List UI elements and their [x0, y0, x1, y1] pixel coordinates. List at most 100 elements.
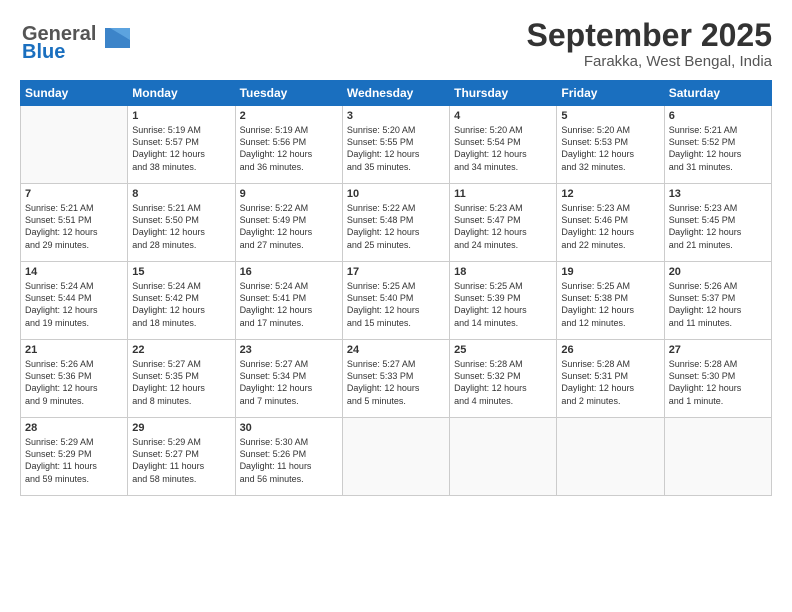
weekday-wednesday: Wednesday [342, 81, 449, 106]
day-number: 30 [240, 422, 338, 434]
day-info: Sunrise: 5:28 AM Sunset: 5:31 PM Dayligh… [561, 358, 659, 407]
calendar-cell [664, 418, 771, 496]
calendar-body: 1 Sunrise: 5:19 AM Sunset: 5:57 PM Daylig… [21, 106, 772, 496]
day-number: 20 [669, 266, 767, 278]
day-info: Sunrise: 5:22 AM Sunset: 5:48 PM Dayligh… [347, 202, 445, 251]
calendar-cell: 14 Sunrise: 5:24 AM Sunset: 5:44 PM Dayli… [21, 262, 128, 340]
day-number: 5 [561, 110, 659, 122]
week-row-1: 1 Sunrise: 5:19 AM Sunset: 5:57 PM Daylig… [21, 106, 772, 184]
month-title: September 2025 [527, 18, 772, 53]
calendar-cell [450, 418, 557, 496]
day-info: Sunrise: 5:25 AM Sunset: 5:40 PM Dayligh… [347, 280, 445, 329]
day-info: Sunrise: 5:21 AM Sunset: 5:51 PM Dayligh… [25, 202, 123, 251]
day-number: 14 [25, 266, 123, 278]
day-number: 24 [347, 344, 445, 356]
day-info: Sunrise: 5:25 AM Sunset: 5:38 PM Dayligh… [561, 280, 659, 329]
weekday-sunday: Sunday [21, 81, 128, 106]
day-number: 27 [669, 344, 767, 356]
calendar-cell: 1 Sunrise: 5:19 AM Sunset: 5:57 PM Daylig… [128, 106, 235, 184]
calendar-cell: 4Sunrise: 5:20 AM Sunset: 5:54 PM Daylig… [450, 106, 557, 184]
logo: General Blue [20, 18, 130, 62]
day-info: Sunrise: 5:22 AM Sunset: 5:49 PM Dayligh… [240, 202, 338, 251]
day-info: Sunrise: 5:25 AM Sunset: 5:39 PM Dayligh… [454, 280, 552, 329]
day-info: Sunrise: 5:28 AM Sunset: 5:30 PM Dayligh… [669, 358, 767, 407]
location-subtitle: Farakka, West Bengal, India [527, 53, 772, 70]
calendar-header: SundayMondayTuesdayWednesdayThursdayFrid… [21, 81, 772, 106]
day-info: Sunrise: 5:23 AM Sunset: 5:47 PM Dayligh… [454, 202, 552, 251]
day-number: 6 [669, 110, 767, 122]
day-info: Sunrise: 5:27 AM Sunset: 5:35 PM Dayligh… [132, 358, 230, 407]
week-row-5: 28 Sunrise: 5:29 AM Sunset: 5:29 PM Dayli… [21, 418, 772, 496]
calendar-cell: 8Sunrise: 5:21 AM Sunset: 5:50 PM Daylig… [128, 184, 235, 262]
title-block: September 2025 Farakka, West Bengal, Ind… [527, 18, 772, 70]
calendar-cell: 24 Sunrise: 5:27 AM Sunset: 5:33 PM Dayli… [342, 340, 449, 418]
day-info: Sunrise: 5:24 AM Sunset: 5:42 PM Dayligh… [132, 280, 230, 329]
day-info: Sunrise: 5:28 AM Sunset: 5:32 PM Dayligh… [454, 358, 552, 407]
calendar-cell: 27 Sunrise: 5:28 AM Sunset: 5:30 PM Dayli… [664, 340, 771, 418]
calendar-cell: 19Sunrise: 5:25 AM Sunset: 5:38 PM Dayli… [557, 262, 664, 340]
day-number: 3 [347, 110, 445, 122]
day-info: Sunrise: 5:20 AM Sunset: 5:55 PM Dayligh… [347, 124, 445, 173]
day-number: 17 [347, 266, 445, 278]
day-info: Sunrise: 5:24 AM Sunset: 5:44 PM Dayligh… [25, 280, 123, 329]
day-number: 9 [240, 188, 338, 200]
weekday-friday: Friday [557, 81, 664, 106]
calendar-cell: 30 Sunrise: 5:30 AM Sunset: 5:26 PM Dayli… [235, 418, 342, 496]
day-number: 26 [561, 344, 659, 356]
calendar-cell [342, 418, 449, 496]
calendar-cell: 18Sunrise: 5:25 AM Sunset: 5:39 PM Dayli… [450, 262, 557, 340]
day-number: 22 [132, 344, 230, 356]
day-info: Sunrise: 5:26 AM Sunset: 5:37 PM Dayligh… [669, 280, 767, 329]
day-info: Sunrise: 5:23 AM Sunset: 5:45 PM Dayligh… [669, 202, 767, 251]
day-info: Sunrise: 5:27 AM Sunset: 5:33 PM Dayligh… [347, 358, 445, 407]
calendar-cell: 10 Sunrise: 5:22 AM Sunset: 5:48 PM Dayli… [342, 184, 449, 262]
day-info: Sunrise: 5:29 AM Sunset: 5:27 PM Dayligh… [132, 436, 230, 485]
day-info: Sunrise: 5:19 AM Sunset: 5:56 PM Dayligh… [240, 124, 338, 173]
calendar-cell: 21Sunrise: 5:26 AM Sunset: 5:36 PM Dayli… [21, 340, 128, 418]
weekday-saturday: Saturday [664, 81, 771, 106]
calendar-cell: 28 Sunrise: 5:29 AM Sunset: 5:29 PM Dayli… [21, 418, 128, 496]
calendar-cell: 6 Sunrise: 5:21 AM Sunset: 5:52 PM Daylig… [664, 106, 771, 184]
calendar-cell: 5 Sunrise: 5:20 AM Sunset: 5:53 PM Daylig… [557, 106, 664, 184]
weekday-tuesday: Tuesday [235, 81, 342, 106]
weekday-monday: Monday [128, 81, 235, 106]
day-number: 1 [132, 110, 230, 122]
day-info: Sunrise: 5:20 AM Sunset: 5:53 PM Dayligh… [561, 124, 659, 173]
calendar-cell: 9 Sunrise: 5:22 AM Sunset: 5:49 PM Daylig… [235, 184, 342, 262]
calendar-cell [557, 418, 664, 496]
day-info: Sunrise: 5:24 AM Sunset: 5:41 PM Dayligh… [240, 280, 338, 329]
calendar-cell: 23Sunrise: 5:27 AM Sunset: 5:34 PM Dayli… [235, 340, 342, 418]
calendar-cell: 16 Sunrise: 5:24 AM Sunset: 5:41 PM Dayli… [235, 262, 342, 340]
day-number: 28 [25, 422, 123, 434]
day-info: Sunrise: 5:30 AM Sunset: 5:26 PM Dayligh… [240, 436, 338, 485]
day-info: Sunrise: 5:23 AM Sunset: 5:46 PM Dayligh… [561, 202, 659, 251]
day-info: Sunrise: 5:21 AM Sunset: 5:52 PM Dayligh… [669, 124, 767, 173]
calendar-cell: 25 Sunrise: 5:28 AM Sunset: 5:32 PM Dayli… [450, 340, 557, 418]
calendar-cell: 26 Sunrise: 5:28 AM Sunset: 5:31 PM Dayli… [557, 340, 664, 418]
day-number: 21 [25, 344, 123, 356]
logo-svg: General Blue [20, 18, 130, 62]
calendar-cell: 15Sunrise: 5:24 AM Sunset: 5:42 PM Dayli… [128, 262, 235, 340]
calendar-cell: 17 Sunrise: 5:25 AM Sunset: 5:40 PM Dayli… [342, 262, 449, 340]
day-info: Sunrise: 5:21 AM Sunset: 5:50 PM Dayligh… [132, 202, 230, 251]
calendar-cell: 2Sunrise: 5:19 AM Sunset: 5:56 PM Daylig… [235, 106, 342, 184]
day-number: 10 [347, 188, 445, 200]
day-number: 4 [454, 110, 552, 122]
calendar-cell [21, 106, 128, 184]
header: General Blue September 2025 Farakka, Wes… [20, 18, 772, 70]
calendar-cell: 3 Sunrise: 5:20 AM Sunset: 5:55 PM Daylig… [342, 106, 449, 184]
calendar-table: SundayMondayTuesdayWednesdayThursdayFrid… [20, 80, 772, 496]
day-number: 11 [454, 188, 552, 200]
day-number: 25 [454, 344, 552, 356]
week-row-2: 7Sunrise: 5:21 AM Sunset: 5:51 PM Daylig… [21, 184, 772, 262]
calendar-cell: 12 Sunrise: 5:23 AM Sunset: 5:46 PM Dayli… [557, 184, 664, 262]
day-number: 13 [669, 188, 767, 200]
day-number: 16 [240, 266, 338, 278]
calendar-cell: 29 Sunrise: 5:29 AM Sunset: 5:27 PM Dayli… [128, 418, 235, 496]
day-info: Sunrise: 5:29 AM Sunset: 5:29 PM Dayligh… [25, 436, 123, 485]
svg-text:Blue: Blue [22, 41, 65, 62]
day-number: 12 [561, 188, 659, 200]
day-number: 29 [132, 422, 230, 434]
calendar-cell: 20 Sunrise: 5:26 AM Sunset: 5:37 PM Dayli… [664, 262, 771, 340]
day-info: Sunrise: 5:19 AM Sunset: 5:57 PM Dayligh… [132, 124, 230, 173]
